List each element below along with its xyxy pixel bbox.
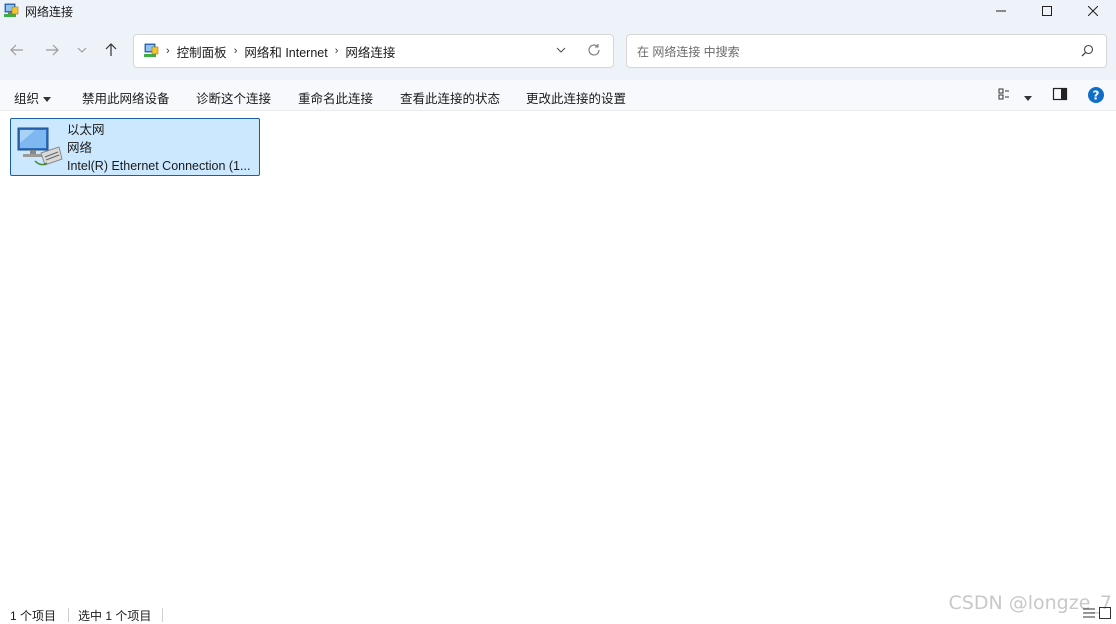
view-options-icon [998,88,1009,100]
preview-pane-button[interactable] [1052,86,1068,105]
address-bar[interactable]: › 控制面板 › 网络和 Internet › 网络连接 [133,34,614,68]
maximize-icon [1042,6,1052,16]
view-status-button[interactable]: 查看此连接的状态 [400,88,500,107]
navigation-bar: › 控制面板 › 网络和 Internet › 网络连接 在 网络连接 中搜索 [0,22,1116,80]
selected-count: 选中 1 个项目 [78,609,152,623]
details-view-icon[interactable] [1082,606,1096,620]
breadcrumb-control-panel[interactable]: 控制面板 [177,42,227,61]
help-icon: ? [1088,87,1104,103]
organize-label: 组织 [14,92,40,106]
minimize-button[interactable] [978,0,1024,22]
search-icon[interactable] [1081,44,1094,60]
search-placeholder: 在 网络连接 中搜索 [637,44,740,59]
command-bar: 组织 禁用此网络设备 诊断这个连接 重命名此连接 查看此连接的状态 更改此连接的… [0,80,1116,111]
help-button[interactable]: ? [1087,86,1105,107]
diagnose-button[interactable]: 诊断这个连接 [196,88,271,107]
preview-pane-icon [1052,87,1068,101]
connection-name: 以太网 [67,123,105,137]
network-connections-icon [3,3,19,19]
breadcrumb-network-connections[interactable]: 网络连接 [345,42,395,61]
refresh-icon [588,44,600,56]
change-view-button[interactable] [998,86,1014,105]
view-dropdown-button[interactable] [1020,91,1032,105]
arrow-right-icon [46,44,59,56]
control-panel-icon [143,43,159,59]
status-divider [68,608,69,622]
breadcrumb-separator: › [166,45,170,57]
caret-down-icon [43,97,52,103]
organize-button[interactable]: 组织 [14,88,52,107]
connection-type: 网络 [67,141,93,155]
ethernet-adapter-icon [15,123,65,171]
chevron-down-icon [77,47,87,53]
disable-device-button[interactable]: 禁用此网络设备 [82,88,170,107]
arrow-left-icon [10,44,23,56]
breadcrumb-separator: › [233,45,238,57]
item-count: 1 个项目 [10,609,57,623]
change-settings-button[interactable]: 更改此连接的设置 [526,88,626,107]
recent-locations-button[interactable] [72,40,92,60]
breadcrumb-network-internet[interactable]: 网络和 Internet [244,42,327,61]
maximize-button[interactable] [1024,0,1070,22]
rename-button[interactable]: 重命名此连接 [298,88,373,107]
forward-button[interactable] [42,40,62,60]
view-toggle [1082,606,1112,620]
title-bar: 网络连接 [0,0,1116,22]
address-dropdown-button[interactable] [555,44,567,59]
window-title: 网络连接 [25,4,74,19]
chevron-down-icon [556,47,566,53]
large-icons-view-icon[interactable] [1098,606,1112,620]
list-item[interactable]: 以太网 网络 Intel(R) Ethernet Connection (1..… [10,118,260,176]
caret-down-icon [1024,96,1032,102]
search-input[interactable]: 在 网络连接 中搜索 [626,34,1107,68]
up-button[interactable] [101,40,121,60]
breadcrumb-separator: › [334,45,339,57]
connection-device: Intel(R) Ethernet Connection (1... [67,159,251,173]
close-button[interactable] [1070,0,1116,22]
refresh-button[interactable] [587,43,601,60]
svg-text:?: ? [1093,89,1100,103]
close-icon [1088,6,1098,16]
back-button[interactable] [7,40,27,60]
status-divider [162,608,163,622]
minimize-icon [996,10,1006,12]
arrow-up-icon [105,43,117,56]
